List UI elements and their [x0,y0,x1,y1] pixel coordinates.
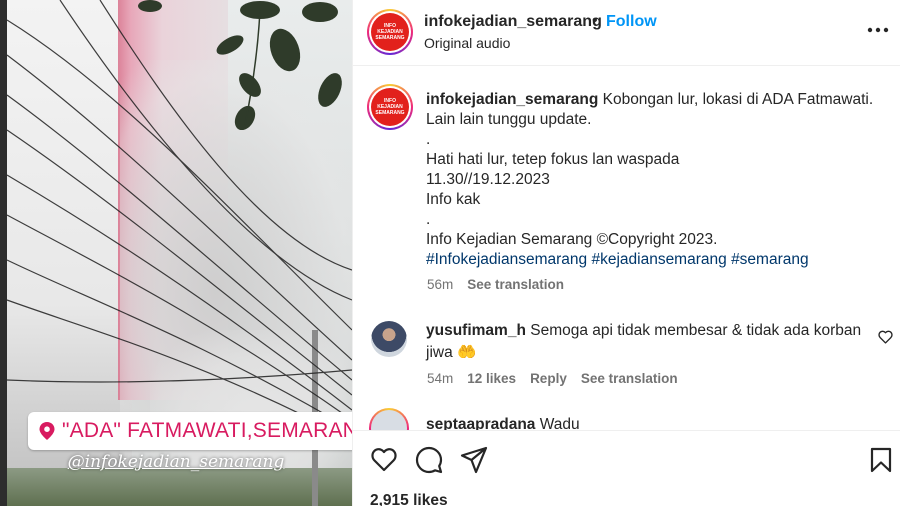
post-media[interactable]: "ADA" FATMAWATI,SEMARANG @infokejadian_s… [0,0,352,506]
follow-button[interactable]: Follow [606,13,657,31]
caption-hashtags: #Infokejadiansemarang #kejadiansemarang … [426,251,809,268]
hashtag-link[interactable]: #kejadiansemarang [591,251,726,268]
location-pin-icon [39,422,55,440]
audio-label[interactable]: Original audio [424,35,510,51]
media-frame-edge [0,0,7,506]
hashtag-link[interactable]: #Infokejadiansemarang [426,251,587,268]
caption-timestamp[interactable]: 56m [427,277,453,292]
heart-icon[interactable] [370,446,398,474]
caption-dot-2: . [426,211,431,228]
more-horizontal-icon[interactable] [865,20,891,40]
comment-username[interactable]: yusufimam_h [426,322,526,339]
post-header: INFO KEJADIAN SEMARANG infokejadian_sema… [353,0,900,66]
author-username[interactable]: infokejadian_semarang [424,13,602,31]
location-text: "ADA" FATMAWATI,SEMARANG [62,419,352,442]
commenter-avatar[interactable] [369,408,409,430]
comment-see-translation[interactable]: See translation [581,371,678,386]
comment-item: yusufimam_h Semoga api tidak membesar & … [426,320,866,364]
media-watermark: @infokejadian_semarang [67,452,285,472]
author-avatar[interactable]: INFO KEJADIAN SEMARANG [367,9,413,55]
comment-text: Wadu [539,416,580,430]
caption-author-avatar[interactable]: INFO KEJADIAN SEMARANG [367,84,413,130]
media-tree-leaves [138,0,342,130]
comments-section[interactable]: INFO KEJADIAN SEMARANG infokejadian_sema… [353,67,900,430]
caption-username[interactable]: infokejadian_semarang [426,91,598,108]
location-sticker: "ADA" FATMAWATI,SEMARANG [28,412,352,450]
comment-item: septaapradana Wadu [426,416,580,430]
comment-heart-icon[interactable] [878,330,893,344]
hashtag-link[interactable]: #semarang [731,251,809,268]
commenter-avatar[interactable] [371,321,407,357]
post-actions: 2,915 likes [353,430,900,506]
likes-count[interactable]: 2,915 likes [370,492,448,506]
caption-avatar-logo-text: INFO KEJADIAN SEMARANG [375,98,405,116]
comment-likes[interactable]: 12 likes [467,371,516,386]
header-separator: • [592,12,598,29]
comment-icon[interactable] [415,446,443,474]
caption-line-2: Hati hati lur, tetep fokus lan waspada [426,151,680,168]
avatar-logo-text: INFO KEJADIAN SEMARANG [375,23,405,41]
comment-timestamp[interactable]: 54m [427,371,453,386]
caption-line-3: 11.30//19.12.2023 [426,171,550,188]
comment-meta: 54m 12 likes Reply See translation [427,371,678,386]
post-caption: infokejadian_semarang Kobongan lur, loka… [426,90,886,270]
caption-see-translation[interactable]: See translation [467,277,564,292]
caption-meta: 56m See translation [427,277,564,292]
bookmark-icon[interactable] [867,446,895,474]
caption-line-5: Info Kejadian Semarang ©Copyright 2023. [426,231,718,248]
caption-dot-1: . [426,131,431,148]
post-detail-panel: INFO KEJADIAN SEMARANG infokejadian_sema… [352,0,900,506]
comment-reply-button[interactable]: Reply [530,371,567,386]
caption-line-4: Info kak [426,191,481,208]
comment-username[interactable]: septaapradana [426,416,535,430]
share-icon[interactable] [460,446,488,474]
